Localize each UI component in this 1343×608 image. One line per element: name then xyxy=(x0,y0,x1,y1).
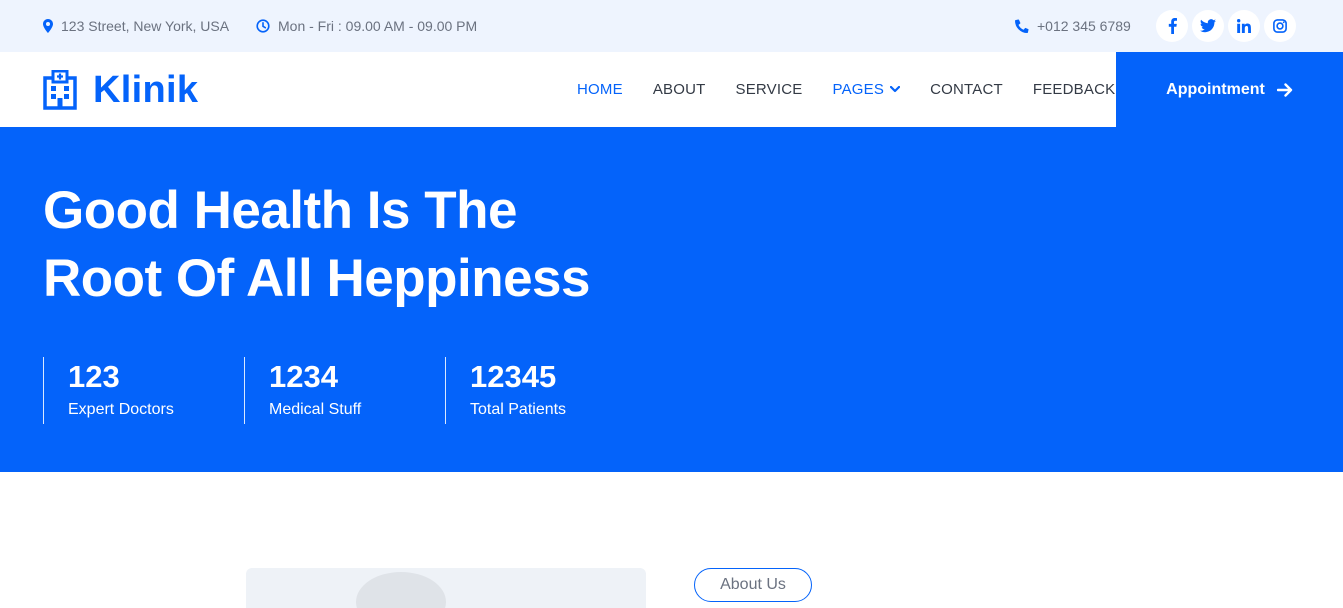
phone-icon xyxy=(1015,19,1029,33)
twitter-icon xyxy=(1200,19,1216,33)
stats-row: 123 Expert Doctors 1234 Medical Stuff 12… xyxy=(43,357,646,424)
address-text: 123 Street, New York, USA xyxy=(61,18,230,34)
hours-text: Mon - Fri : 09.00 AM - 09.00 PM xyxy=(278,18,478,34)
navbar: Klinik HOME ABOUT SERVICE PAGES CONTACT … xyxy=(0,52,1343,127)
stat-label: Medical Stuff xyxy=(269,401,362,418)
instagram-button[interactable] xyxy=(1264,10,1296,42)
stat-label: Total Patients xyxy=(470,401,567,418)
hero-title-line2: Root Of All Heppiness xyxy=(43,249,591,308)
appointment-label: Appointment xyxy=(1166,80,1265,98)
linkedin-icon xyxy=(1237,19,1251,33)
nav-pages-label: PAGES xyxy=(832,81,885,98)
twitter-button[interactable] xyxy=(1192,10,1224,42)
address-info: 123 Street, New York, USA xyxy=(43,0,229,52)
phone-text: +012 345 6789 xyxy=(1037,18,1131,34)
hospital-icon xyxy=(43,70,77,110)
arrow-right-icon xyxy=(1276,82,1293,97)
hero-section: Good Health Is The Root Of All Heppiness… xyxy=(0,127,1343,472)
stat-number: 123 xyxy=(68,359,120,394)
topbar: 123 Street, New York, USA Mon - Fri : 09… xyxy=(0,0,1343,52)
brand-logo[interactable]: Klinik xyxy=(43,68,198,112)
stat-medical-stuff: 1234 Medical Stuff xyxy=(244,357,445,424)
stat-total-patients: 12345 Total Patients xyxy=(445,357,646,424)
chevron-down-icon xyxy=(890,86,901,93)
map-marker-icon xyxy=(43,19,53,33)
social-links xyxy=(1156,10,1298,42)
hours-info: Mon - Fri : 09.00 AM - 09.00 PM xyxy=(256,0,477,52)
main-nav: HOME ABOUT SERVICE PAGES CONTACT FEEDBAC… xyxy=(577,52,1145,127)
linkedin-button[interactable] xyxy=(1228,10,1260,42)
nav-contact[interactable]: CONTACT xyxy=(930,81,1003,98)
appointment-button[interactable]: Appointment xyxy=(1116,52,1343,127)
stat-expert-doctors: 123 Expert Doctors xyxy=(43,357,244,424)
brand-name: Klinik xyxy=(93,68,199,111)
nav-service[interactable]: SERVICE xyxy=(736,81,803,98)
instagram-icon xyxy=(1273,19,1287,33)
clock-icon xyxy=(256,19,270,33)
nav-about[interactable]: ABOUT xyxy=(653,81,706,98)
stat-number: 12345 xyxy=(470,359,557,394)
nav-feedback[interactable]: FEEDBACK xyxy=(1033,81,1115,98)
stat-number: 1234 xyxy=(269,359,338,394)
facebook-icon xyxy=(1168,18,1177,34)
hero-title: Good Health Is The Root Of All Heppiness xyxy=(43,177,663,313)
hero-title-line1: Good Health Is The xyxy=(43,181,517,240)
facebook-button[interactable] xyxy=(1156,10,1188,42)
about-image xyxy=(246,568,646,608)
nav-pages-dropdown[interactable]: PAGES xyxy=(832,81,901,98)
phone-info[interactable]: +012 345 6789 xyxy=(1015,0,1131,52)
about-us-badge: About Us xyxy=(694,568,812,602)
nav-home[interactable]: HOME xyxy=(577,81,623,98)
stat-label: Expert Doctors xyxy=(68,401,174,418)
doctor-photo-placeholder xyxy=(356,572,446,608)
